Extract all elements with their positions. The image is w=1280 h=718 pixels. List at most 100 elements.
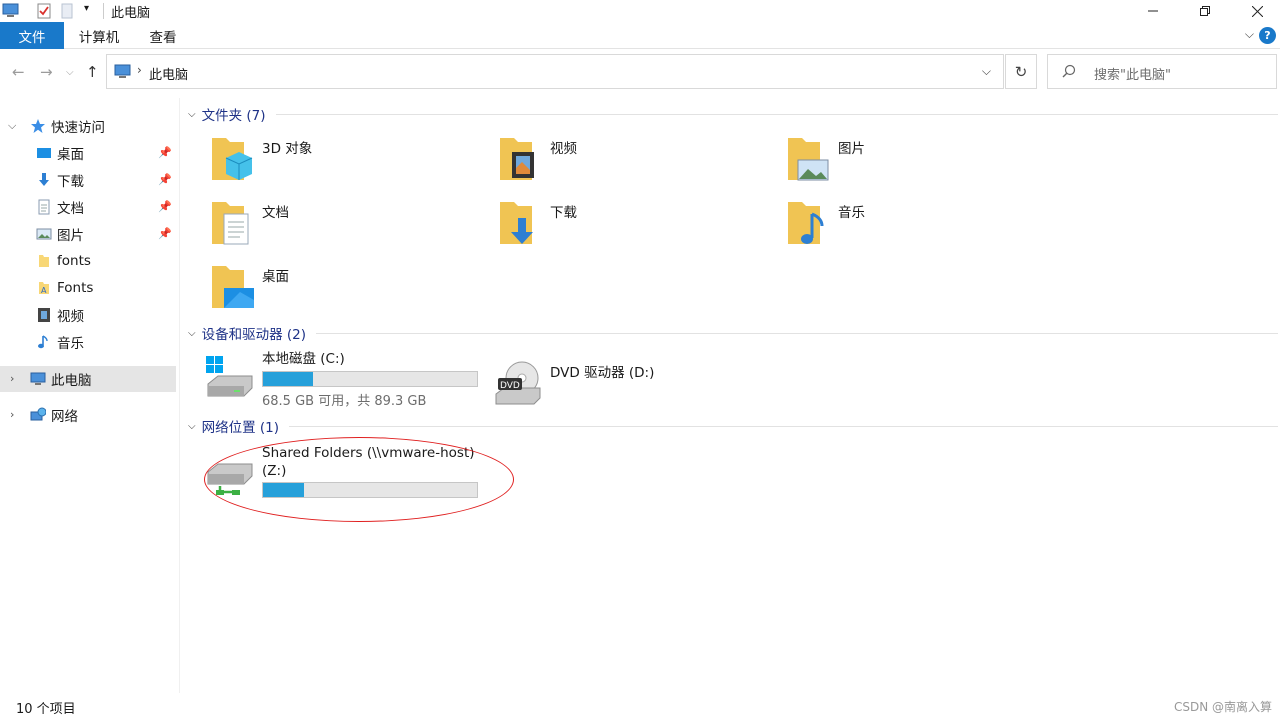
sidebar-item-downloads[interactable]: 下载 📌 xyxy=(0,167,176,193)
pictures-folder-icon xyxy=(788,138,829,181)
folder-desktop[interactable]: 桌面 xyxy=(210,264,490,320)
group-title: 文件夹 (7) xyxy=(201,108,266,124)
pin-icon[interactable]: 📌 xyxy=(158,227,172,240)
address-bar[interactable]: › 此电脑 ⌵ xyxy=(106,54,1004,89)
sidebar-item-documents[interactable]: 文档 📌 xyxy=(0,194,176,220)
close-button[interactable] xyxy=(1234,0,1280,22)
minimize-button[interactable] xyxy=(1130,0,1176,22)
video-icon xyxy=(38,308,50,322)
group-divider xyxy=(289,425,1278,427)
group-header-network[interactable]: ⌵ 网络位置 (1) xyxy=(188,416,1278,436)
downloads-folder-icon xyxy=(500,202,533,244)
drive-dvd-d[interactable]: DVD DVD 驱动器 (D:) xyxy=(492,356,782,416)
help-icon[interactable]: ? xyxy=(1259,27,1276,44)
up-icon[interactable]: ↑ xyxy=(86,63,99,81)
back-icon[interactable]: ← xyxy=(12,63,25,81)
drive-label: DVD 驱动器 (D:) xyxy=(550,365,655,381)
folder-documents[interactable]: 文档 xyxy=(210,200,490,256)
close-icon xyxy=(1251,5,1263,17)
folder-label: 视频 xyxy=(550,141,577,157)
watermark: CSDN @南离入算 xyxy=(1173,700,1272,714)
folder-label: 3D 对象 xyxy=(262,141,313,157)
search-icon xyxy=(1062,64,1076,78)
folder-3d-objects[interactable]: 3D 对象 xyxy=(210,136,490,192)
folder-videos[interactable]: 视频 xyxy=(498,136,778,192)
navigation-bar: ← → ⌵ ↑ › 此电脑 ⌵ ↻ 搜索"此电脑" xyxy=(0,50,1280,94)
group-header-devices[interactable]: ⌵ 设备和驱动器 (2) xyxy=(188,323,1278,343)
drive-local-disk-c[interactable]: 本地磁盘 (C:) 68.5 GB 可用，共 89.3 GB xyxy=(204,350,494,410)
network-icon xyxy=(30,407,46,421)
title-bar: ▾ 此电脑 xyxy=(0,0,1280,22)
drive-label: 本地磁盘 (C:) xyxy=(262,351,345,367)
local-disk-icon xyxy=(206,356,253,397)
folder-label: 桌面 xyxy=(262,269,289,285)
tab-computer[interactable]: 计算机 xyxy=(68,22,130,49)
disk-space-info: 68.5 GB 可用，共 89.3 GB xyxy=(262,394,427,409)
navigation-pane: ⌵ 快速访问 桌面 📌 下载 📌 文档 📌 图片 📌 fonts A Fonts… xyxy=(0,98,180,693)
disk-usage-bar xyxy=(262,371,478,387)
sidebar-label: 音乐 xyxy=(57,336,84,352)
content-pane: ⌵ 文件夹 (7) 3D 对象 视频 图片 文档 下载 音乐 桌面 ⌵ 设备和驱… xyxy=(182,98,1280,693)
item-count: 10 个项目 xyxy=(16,702,76,717)
new-folder-icon[interactable] xyxy=(60,3,74,19)
title-separator xyxy=(103,3,104,19)
download-icon xyxy=(39,173,49,186)
breadcrumb-chevron-icon[interactable]: › xyxy=(137,63,142,77)
music-icon xyxy=(38,335,48,349)
expand-chevron-icon[interactable]: › xyxy=(10,408,14,421)
group-collapse-icon[interactable]: ⌵ xyxy=(188,328,196,339)
sidebar-label: 桌面 xyxy=(57,147,84,163)
folder-label: 音乐 xyxy=(838,205,865,221)
dvd-badge: DVD xyxy=(500,381,520,391)
sidebar-label: 网络 xyxy=(51,409,78,425)
sidebar-item-quick-access[interactable]: 快速访问 xyxy=(0,113,176,139)
folder-pictures[interactable]: 图片 xyxy=(786,136,1066,192)
sidebar-item-videos[interactable]: 视频 xyxy=(0,302,176,328)
sidebar-item-fonts[interactable]: A Fonts xyxy=(0,275,176,301)
this-pc-icon[interactable] xyxy=(2,3,20,19)
refresh-button[interactable]: ↻ xyxy=(1005,54,1037,89)
documents-folder-icon xyxy=(212,202,249,245)
tab-file[interactable]: 文件 xyxy=(0,22,64,49)
refresh-icon: ↻ xyxy=(1014,62,1028,81)
sidebar-label: 文档 xyxy=(57,201,84,217)
svg-text:A: A xyxy=(41,286,47,295)
folder-downloads[interactable]: 下载 xyxy=(498,200,778,256)
folder-music[interactable]: 音乐 xyxy=(786,200,1066,256)
group-header-folders[interactable]: ⌵ 文件夹 (7) xyxy=(188,104,1278,124)
group-divider xyxy=(316,332,1278,334)
sidebar-label: Fonts xyxy=(57,280,94,296)
properties-icon[interactable] xyxy=(36,3,52,19)
group-collapse-icon[interactable]: ⌵ xyxy=(188,109,196,120)
search-placeholder: 搜索"此电脑" xyxy=(1094,68,1171,83)
forward-icon[interactable]: → xyxy=(40,63,53,81)
restore-button[interactable] xyxy=(1182,0,1228,22)
restore-icon xyxy=(1200,6,1210,16)
breadcrumb-this-pc[interactable]: 此电脑 xyxy=(149,64,188,83)
address-dropdown-icon[interactable]: ⌵ xyxy=(982,64,991,79)
customize-toolbar-icon[interactable]: ▾ xyxy=(84,3,89,14)
sidebar-item-network[interactable]: › 网络 xyxy=(0,402,176,428)
disk-usage-fill xyxy=(263,372,313,386)
tab-view[interactable]: 查看 xyxy=(136,22,190,49)
pin-icon[interactable]: 📌 xyxy=(158,146,172,159)
sidebar-item-pictures[interactable]: 图片 📌 xyxy=(0,221,176,247)
group-collapse-icon[interactable]: ⌵ xyxy=(188,421,196,432)
sidebar-label: fonts xyxy=(57,253,91,269)
folder-icon xyxy=(39,255,49,267)
minimize-icon xyxy=(1148,10,1158,12)
pin-icon[interactable]: 📌 xyxy=(158,200,172,213)
sidebar-item-desktop[interactable]: 桌面 📌 xyxy=(0,140,176,166)
sidebar-label: 快速访问 xyxy=(51,120,105,136)
expand-ribbon-icon[interactable]: ⌵ xyxy=(1245,27,1254,42)
sidebar-item-fonts-lower[interactable]: fonts xyxy=(0,248,176,274)
sidebar-item-this-pc[interactable]: › 此电脑 xyxy=(0,366,176,392)
expand-chevron-icon[interactable]: › xyxy=(10,372,14,385)
highlight-annotation xyxy=(204,437,514,522)
search-box[interactable]: 搜索"此电脑" xyxy=(1047,54,1277,89)
sidebar-label: 下载 xyxy=(57,174,84,190)
recent-locations-icon[interactable]: ⌵ xyxy=(66,67,74,78)
pin-icon[interactable]: 📌 xyxy=(158,173,172,186)
ribbon: 文件 计算机 查看 ⌵ ? xyxy=(0,22,1280,49)
sidebar-item-music[interactable]: 音乐 xyxy=(0,329,176,355)
